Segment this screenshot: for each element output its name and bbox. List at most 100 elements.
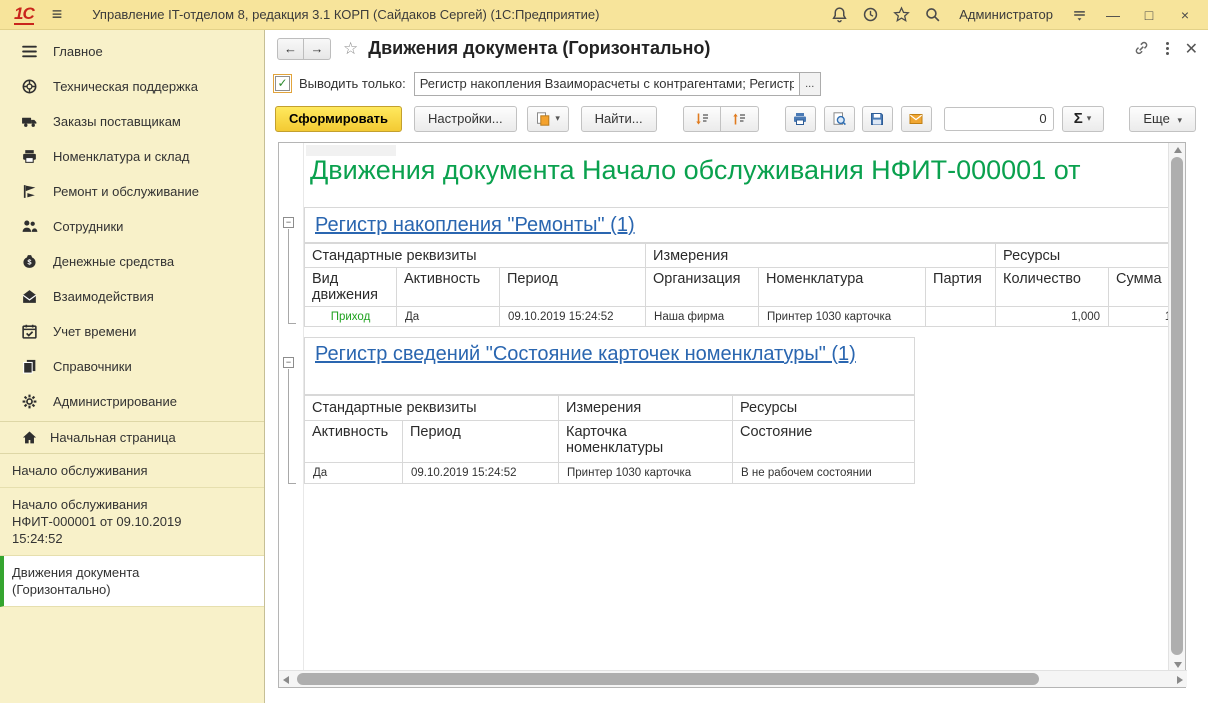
- sidebar-item[interactable]: Техническая поддержка: [0, 69, 264, 104]
- collapse-groups-icon: [731, 111, 747, 127]
- get-link-icon[interactable]: [1133, 40, 1150, 57]
- add-favorite-star-icon[interactable]: ☆: [343, 39, 358, 59]
- service-panel-icon[interactable]: [1071, 6, 1088, 23]
- column-header-cell: Активность: [305, 421, 403, 463]
- open-window-item[interactable]: Движения документа (Горизонтально): [0, 556, 264, 607]
- column-header-cell: Карточка номенклатуры: [559, 421, 733, 463]
- sum-button[interactable]: Σ ▾: [1062, 106, 1104, 132]
- data-cell[interactable]: [926, 307, 996, 327]
- nav-back-button[interactable]: ←: [277, 38, 304, 60]
- data-cell[interactable]: Наша фирма: [646, 307, 759, 327]
- column-header-cell: Сумма: [1109, 268, 1168, 307]
- data-cell[interactable]: Приход: [305, 307, 397, 327]
- column-header-cell: Период: [403, 421, 559, 463]
- horizontal-scroll-thumb[interactable]: [297, 673, 1039, 685]
- close-form-button[interactable]: ✕: [1185, 39, 1198, 59]
- sidebar-item-label: Главное: [53, 44, 103, 59]
- column-header-cell: Состояние: [733, 421, 915, 463]
- expand-groups-icon: [694, 111, 710, 127]
- filter-value-input[interactable]: [414, 72, 799, 96]
- register-section-cell: Регистр накопления "Ремонты" (1): [304, 207, 1168, 243]
- sidebar-item[interactable]: Администрирование: [0, 384, 264, 419]
- preview-button[interactable]: [824, 106, 855, 132]
- maximize-button[interactable]: □: [1138, 7, 1160, 23]
- register-link[interactable]: Регистр сведений "Состояние карточек ном…: [315, 343, 856, 365]
- filter-choose-button[interactable]: ...: [799, 72, 821, 96]
- scroll-left-icon[interactable]: [283, 676, 289, 684]
- favorites-star-icon[interactable]: [893, 6, 910, 23]
- sidebar-item[interactable]: Ремонт и обслуживание: [0, 174, 264, 209]
- print-button[interactable]: [785, 106, 816, 132]
- collapse-group-button[interactable]: −: [283, 217, 294, 228]
- data-cell[interactable]: Да: [305, 463, 403, 484]
- scroll-right-icon[interactable]: [1177, 676, 1183, 684]
- group-header-cell: Ресурсы: [996, 244, 1168, 268]
- register-link[interactable]: Регистр накопления "Ремонты" (1): [315, 214, 635, 236]
- money-icon: [21, 253, 38, 270]
- report-variants-button[interactable]: ▾: [527, 106, 569, 132]
- scroll-down-icon[interactable]: [1174, 662, 1182, 668]
- data-cell[interactable]: 09.10.2019 15:24:52: [500, 307, 646, 327]
- vertical-scrollbar[interactable]: [1168, 143, 1185, 672]
- app-titlebar: 1С ≡ Управление IT-отделом 8, редакция 3…: [0, 0, 1208, 30]
- scroll-up-icon[interactable]: [1174, 147, 1182, 153]
- variants-icon: [535, 111, 551, 127]
- collapse-groups-button[interactable]: [721, 106, 759, 132]
- data-cell[interactable]: В не рабочем состоянии: [733, 463, 915, 484]
- caret-down-icon: ▾: [1087, 113, 1092, 124]
- open-window-item[interactable]: Начало обслуживания НФИТ-000001 от 09.10…: [0, 488, 264, 556]
- sigma-icon: Σ: [1074, 110, 1083, 127]
- data-cell[interactable]: 10 000: [1109, 307, 1168, 327]
- 1c-logo: 1С: [14, 4, 34, 25]
- expand-groups-button[interactable]: [683, 106, 721, 132]
- vertical-scroll-thumb[interactable]: [1171, 157, 1183, 655]
- current-user[interactable]: Администратор: [959, 7, 1053, 22]
- data-cell[interactable]: 09.10.2019 15:24:52: [403, 463, 559, 484]
- history-icon[interactable]: [862, 6, 879, 23]
- find-button[interactable]: Найти...: [581, 106, 657, 132]
- sidebar-item-label: Сотрудники: [53, 219, 123, 234]
- sidebar-item[interactable]: Денежные средства: [0, 244, 264, 279]
- group-header-cell: Ресурсы: [733, 396, 915, 421]
- filter-label: Выводить только:: [299, 76, 406, 91]
- sidebar-item[interactable]: Номенклатура и склад: [0, 139, 264, 174]
- report-toolbar: Сформировать Настройки... ▾ Найти... Σ ▾…: [266, 100, 1208, 137]
- form-header: ← → ☆ Движения документа (Горизонтально)…: [266, 30, 1208, 67]
- sidebar-item-home[interactable]: Начальная страница: [0, 421, 264, 454]
- sidebar-item-label: Администрирование: [53, 394, 177, 409]
- sidebar-item-label: Техническая поддержка: [53, 79, 198, 94]
- data-cell[interactable]: Да: [397, 307, 500, 327]
- close-app-button[interactable]: ×: [1174, 7, 1196, 23]
- home-label: Начальная страница: [50, 430, 176, 445]
- save-button[interactable]: [862, 106, 893, 132]
- collapse-group-button[interactable]: −: [283, 357, 294, 368]
- main-menu-icon[interactable]: ≡: [52, 4, 63, 25]
- counter-input[interactable]: [944, 107, 1054, 131]
- search-icon[interactable]: [924, 6, 941, 23]
- sidebar-item[interactable]: Учет времени: [0, 314, 264, 349]
- sidebar-item[interactable]: Справочники: [0, 349, 264, 384]
- open-window-item[interactable]: Начало обслуживания: [0, 454, 264, 488]
- send-mail-button[interactable]: [901, 106, 932, 132]
- nav-forward-button[interactable]: →: [304, 38, 331, 60]
- sidebar-sections: Главное Техническая поддержка Заказы поста…: [0, 30, 264, 419]
- horizontal-scrollbar[interactable]: [279, 670, 1187, 687]
- data-cell[interactable]: 1,000: [996, 307, 1109, 327]
- data-cell[interactable]: Принтер 1030 карточка: [559, 463, 733, 484]
- sidebar-item[interactable]: Заказы поставщикам: [0, 104, 264, 139]
- show-only-checkbox[interactable]: ✓: [275, 76, 290, 91]
- settings-button[interactable]: Настройки...: [414, 106, 517, 132]
- data-cell[interactable]: Принтер 1030 карточка: [759, 307, 926, 327]
- more-menu-icon[interactable]: [1166, 42, 1169, 55]
- notifications-bell-icon[interactable]: [831, 6, 848, 23]
- group-header-cell: Стандартные реквизиты: [305, 244, 646, 268]
- mail-icon: [21, 288, 38, 305]
- register-section-cell: Регистр сведений "Состояние карточек ном…: [304, 337, 915, 395]
- generate-button[interactable]: Сформировать: [275, 106, 402, 132]
- more-button[interactable]: Еще ▾: [1129, 106, 1196, 132]
- sidebar-open-windows: Начало обслуживанияНачало обслуживания Н…: [0, 454, 264, 607]
- sidebar-item[interactable]: Взаимодействия: [0, 279, 264, 314]
- sidebar-item[interactable]: Сотрудники: [0, 209, 264, 244]
- minimize-button[interactable]: —: [1102, 7, 1124, 23]
- sidebar-item[interactable]: Главное: [0, 34, 264, 69]
